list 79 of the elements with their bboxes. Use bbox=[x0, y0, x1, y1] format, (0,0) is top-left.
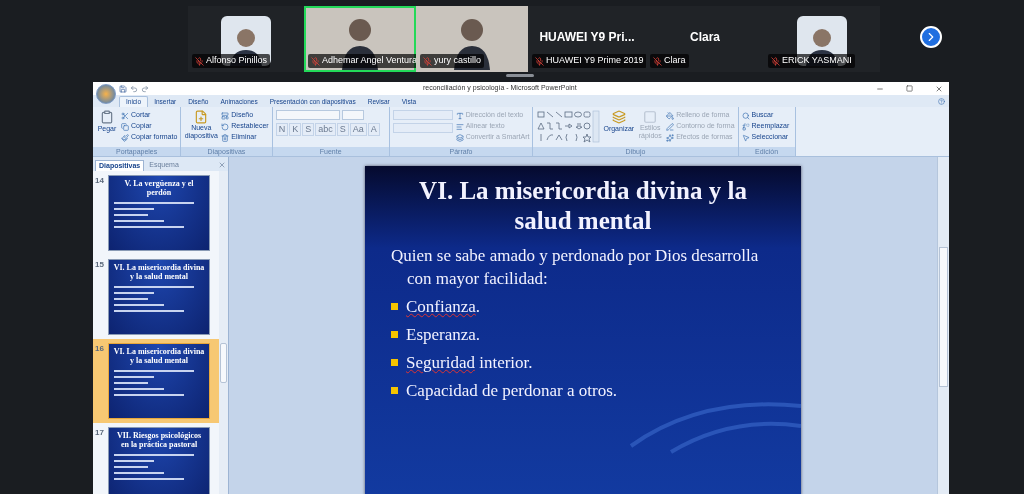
close-pane-icon[interactable] bbox=[218, 161, 226, 169]
slide-thumbnail[interactable]: VI. La misericordia divina y la salud mental bbox=[108, 343, 210, 419]
quick-styles-icon bbox=[643, 110, 658, 124]
bullet-square-icon bbox=[391, 303, 398, 310]
ribbon-button-icon bbox=[221, 111, 230, 120]
ribbon-button-icon bbox=[221, 133, 230, 142]
scrollbar-thumb[interactable] bbox=[939, 247, 948, 387]
clipboard-icon bbox=[100, 110, 114, 124]
slide-bullet-text: Seguridad interior. bbox=[406, 352, 533, 374]
ribbon-button-icon bbox=[455, 133, 464, 142]
font-format-button[interactable]: K bbox=[289, 123, 302, 136]
ribbon-button-icon bbox=[666, 111, 675, 120]
ribbon-button-icon bbox=[741, 122, 750, 131]
thumbnail-title: VI. La misericordia divina y la salud mental bbox=[112, 347, 206, 365]
bullet-square-icon bbox=[391, 387, 398, 394]
ribbon-button-icon bbox=[221, 122, 230, 131]
close-icon[interactable] bbox=[935, 84, 943, 93]
slide-thumbnail[interactable]: V. La vergüenza y el perdón bbox=[108, 175, 210, 251]
font-format-button[interactable]: A bbox=[367, 123, 380, 136]
slide-thumbnail[interactable]: VII. Riesgos psicológicos en la práctica pastoral bbox=[108, 427, 210, 494]
font-name-field[interactable] bbox=[275, 110, 340, 120]
slide-number: 17 bbox=[95, 427, 105, 439]
ribbon-button-icon bbox=[455, 122, 464, 131]
font-format-button[interactable]: S bbox=[302, 123, 315, 136]
shapes-gallery-drawing[interactable] bbox=[536, 110, 601, 143]
drag-handle[interactable] bbox=[506, 74, 534, 77]
slide-number: 16 bbox=[95, 343, 105, 355]
font-format-button[interactable]: Aa bbox=[349, 123, 367, 136]
thumbnail-title: VII. Riesgos psicológicos en la práctica pastoral bbox=[115, 431, 203, 449]
thumbnail-title: VI. La misericordia divina y la salud mental bbox=[112, 263, 206, 281]
thumbnail-title: V. La vergüenza y el perdón bbox=[123, 179, 195, 197]
ribbon-button-icon bbox=[121, 133, 129, 142]
slide-bullet-text: Confianza. bbox=[406, 296, 481, 318]
ribbon-button-icon bbox=[121, 122, 129, 131]
save-icon[interactable] bbox=[119, 84, 127, 93]
participant-name: HUAWEI Y9 Prime 2019 bbox=[546, 54, 644, 68]
participant-name: Alfonso Pinillos bbox=[206, 54, 268, 68]
slide-thumbnail[interactable]: VI. La misericordia divina y la salud mental bbox=[108, 259, 210, 335]
slide-number: 14 bbox=[95, 175, 105, 187]
help-icon[interactable] bbox=[938, 98, 945, 105]
scrollbar-thumb[interactable] bbox=[220, 343, 227, 383]
participant-name: Clara bbox=[664, 54, 686, 68]
participant-tile-name: HUAWEI Y9 Pri... bbox=[539, 29, 635, 46]
slide-bullet-text: Esperanza. bbox=[406, 324, 481, 346]
slide-title: VI. La misericordia divina y la salud mental bbox=[418, 176, 748, 236]
ribbon-button-icon bbox=[455, 111, 464, 120]
redo-icon[interactable] bbox=[141, 84, 149, 93]
participant-tile-name: Clara bbox=[690, 29, 720, 46]
ribbon-button-icon bbox=[666, 122, 675, 131]
arrange-icon bbox=[611, 110, 626, 124]
office-button[interactable] bbox=[96, 84, 116, 104]
participant-name: ERICK YASMANI bbox=[782, 54, 852, 68]
font-size-field[interactable] bbox=[341, 110, 364, 120]
font-format-button[interactable]: S bbox=[336, 123, 349, 136]
alignment-buttons-drawing[interactable] bbox=[392, 123, 453, 133]
slide-bullet-text: Capacidad de perdonar a otros. bbox=[406, 380, 617, 402]
ribbon-button-icon bbox=[741, 133, 750, 142]
undo-icon[interactable] bbox=[130, 84, 138, 93]
ribbon-button-icon bbox=[121, 111, 129, 120]
list-buttons-drawing[interactable] bbox=[392, 110, 453, 120]
scrollbar[interactable] bbox=[937, 157, 949, 494]
scrollbar[interactable] bbox=[219, 171, 228, 494]
participant-name: yury castillo bbox=[434, 54, 481, 68]
ribbon-button-icon bbox=[666, 133, 675, 142]
font-format-button[interactable]: N bbox=[275, 123, 289, 136]
slide-intro-text: Quien se sabe amado y perdonado por Dios desarrolla con mayor facilidad: bbox=[391, 245, 760, 290]
bullet-square-icon bbox=[391, 331, 398, 338]
restore-icon[interactable] bbox=[906, 84, 913, 92]
slide-thumbnail-row[interactable]: 14 V. La vergüenza y el perdón bbox=[93, 171, 219, 255]
slide-thumbnail-row[interactable]: 15 VI. La misericordia divina y la salud mental bbox=[93, 255, 219, 339]
slide-thumbnail-row[interactable]: 17 VII. Riesgos psicológicos en la práctica pastoral bbox=[93, 423, 219, 494]
bullet-square-icon bbox=[391, 359, 398, 366]
new-slide-icon bbox=[194, 110, 209, 124]
ribbon-button-icon bbox=[741, 111, 750, 120]
participant-name: Adhemar Angel Ventura bbox=[322, 54, 418, 68]
next-page-button[interactable] bbox=[920, 26, 942, 48]
slide-number: 15 bbox=[95, 259, 105, 271]
slide-thumbnail-row[interactable]: 16 VI. La misericordia divina y la salud mental bbox=[93, 339, 219, 423]
font-format-button[interactable]: abc bbox=[315, 123, 336, 136]
